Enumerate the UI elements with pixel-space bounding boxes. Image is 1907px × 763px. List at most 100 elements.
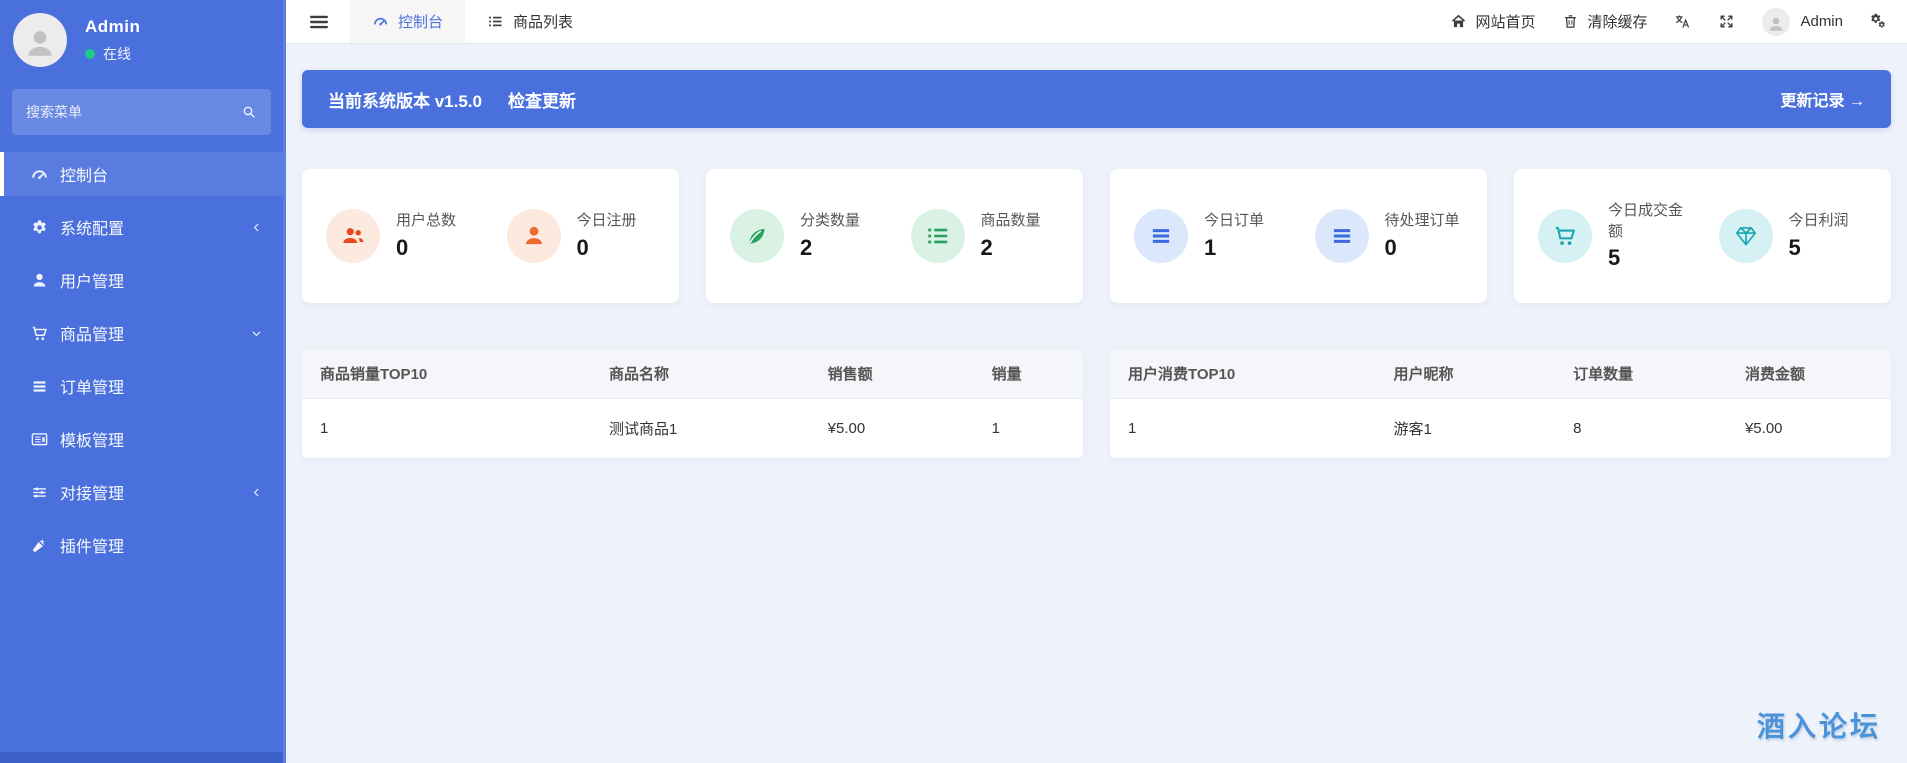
top-products-table: 商品销量TOP10 商品名称 销售额 销量 1 测试商品1 ¥5.00 1 [302,349,1083,458]
user-menu[interactable]: Admin [1762,7,1843,36]
column-header: 商品名称 [590,349,810,399]
search-input[interactable] [26,104,241,120]
stat-value: 5 [1788,234,1801,260]
sidebar-item-user-management[interactable]: 用户管理 [0,258,283,302]
bars-icon [1329,223,1355,249]
search-icon[interactable] [241,104,257,120]
sidebar-item-order-management[interactable]: 订单管理 [0,364,283,408]
bars-icon [30,377,49,396]
stat-card-catalog: 分类数量 2 商品数量 2 [706,169,1083,303]
table-cell: 1 [1110,398,1376,458]
sidebar-item-label: 对接管理 [60,486,125,503]
chevron-left-icon [250,221,263,234]
clear-cache-link[interactable]: 清除缓存 [1562,11,1647,32]
sidebar-item-integration-management[interactable]: 对接管理 [0,470,283,514]
table-cell: 8 [1555,398,1727,458]
cart-icon [1552,223,1578,249]
stat-icon-circle [1314,209,1369,263]
stat-category-count: 分类数量 2 [714,209,895,263]
sidebar-item-label: 用户管理 [60,274,125,291]
online-dot-icon [85,48,95,59]
template-icon [30,430,49,449]
translate-icon[interactable] [1674,13,1691,30]
person-icon [1767,15,1785,33]
plug-icon [30,536,49,555]
clear-cache-label: 清除缓存 [1587,14,1648,31]
sidebar-item-dashboard[interactable]: 控制台 [0,152,283,196]
list-icon [487,13,504,30]
site-home-link[interactable]: 网站首页 [1450,11,1535,32]
stat-today-revenue: 今日成交金额 5 [1522,201,1703,271]
table-cell: ¥5.00 [1726,398,1891,458]
stat-label: 今日利润 [1788,212,1849,230]
sidebar-item-label: 模板管理 [60,433,125,450]
column-header: 商品销量TOP10 [302,349,591,399]
top-users-table: 用户消费TOP10 用户昵称 订单数量 消费金额 1 游客1 8 ¥5.00 [1110,349,1891,458]
chevron-icon [250,433,263,446]
sidebar-item-label: 系统配置 [60,221,125,238]
watermark: 酒入论坛 [1756,711,1881,742]
bars-icon [1148,223,1174,249]
table-cell: 测试商品1 [590,398,810,458]
sidebar-search [12,89,271,135]
sidebar-user-panel[interactable]: Admin 在线 [0,0,283,77]
table-row[interactable]: 1 游客1 8 ¥5.00 [1110,398,1891,458]
stat-icon-circle [326,209,380,263]
stat-label: 待处理订单 [1384,212,1460,230]
stat-today-registered: 今日注册 0 [491,209,672,263]
table-cell: 1 [973,398,1083,458]
stat-value: 5 [1608,244,1621,270]
user-icon [521,223,547,249]
stat-icon-circle [910,209,965,263]
list-icon [925,223,951,249]
stat-total-users: 用户总数 0 [310,209,491,263]
gem-icon [1733,223,1759,249]
user-status: 在线 [85,44,140,64]
stat-label: 今日订单 [1204,212,1265,230]
tab-dashboard[interactable]: 控制台 [350,0,466,43]
stat-value: 0 [576,234,589,260]
sidebar-item-template-management[interactable]: 模板管理 [0,417,283,461]
leaf-icon [744,223,770,249]
table-header-row: 用户消费TOP10 用户昵称 订单数量 消费金额 [1110,349,1891,399]
table-cell: ¥5.00 [809,398,974,458]
stat-card-users: 用户总数 0 今日注册 0 [302,169,679,303]
trash-icon [1562,13,1579,30]
sidebar-item-label: 控制台 [60,168,109,185]
topbar-user-name: Admin [1800,13,1843,30]
column-header: 销售额 [809,349,974,399]
version-banner: 当前系统版本 v1.5.0 检查更新 更新记录 → [302,70,1891,128]
stat-icon-circle [1538,209,1592,263]
users-icon [340,223,366,249]
fullscreen-icon[interactable] [1718,13,1735,30]
cogs-icon[interactable] [1870,13,1887,30]
column-header: 订单数量 [1555,349,1727,399]
user-status-label: 在线 [103,45,131,62]
changelog-link[interactable]: 更新记录 → [1781,87,1865,111]
sidebar-item-system-config[interactable]: 系统配置 [0,205,283,249]
sidebar-item-product-management[interactable]: 商品管理 [0,311,283,355]
stat-value: 1 [1204,234,1217,260]
stat-icon-circle [1718,209,1773,263]
user-icon [30,271,49,290]
stat-label: 用户总数 [396,212,457,230]
stat-pending-orders: 待处理订单 0 [1299,209,1480,263]
topbar-actions: 网站首页 清除缓存 Admin [1450,7,1907,36]
stat-label: 商品数量 [980,212,1041,230]
content: 当前系统版本 v1.5.0 检查更新 更新记录 → 用户总数 0 今日注册 0 … [286,44,1907,763]
stat-product-count: 商品数量 2 [895,209,1076,263]
table-cell: 1 [302,398,591,458]
user-name: Admin [85,16,141,36]
chevron-icon [250,539,263,552]
sidebar-item-label: 订单管理 [60,380,125,397]
check-update-link[interactable]: 检查更新 [508,87,576,112]
menu-icon[interactable] [308,11,330,33]
sidebar-item-plugin-management[interactable]: 插件管理 [0,523,283,567]
table-header-row: 商品销量TOP10 商品名称 销售额 销量 [302,349,1083,399]
stat-cards-row: 用户总数 0 今日注册 0 分类数量 2 商品数量 2 今日订单 1 待处理订单… [302,169,1891,303]
table-row[interactable]: 1 测试商品1 ¥5.00 1 [302,398,1083,458]
site-home-label: 网站首页 [1475,14,1536,31]
tab-product-list[interactable]: 商品列表 [465,0,595,43]
chevron-icon [250,168,263,181]
stat-today-profit: 今日利润 5 [1703,209,1884,263]
